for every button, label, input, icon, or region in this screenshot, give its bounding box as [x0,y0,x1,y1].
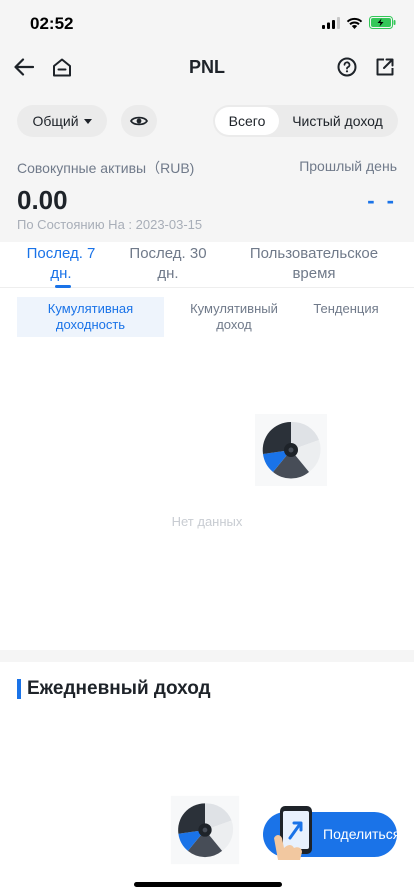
share-label: Поделиться [323,826,401,842]
range-tabs: Послед. 7 дн. Послед. 30 дн. Пользовател… [0,244,414,288]
tab-label-line1: Тенденция [313,301,379,316]
daily-income-title: Ежедневный доход [27,678,211,699]
home-indicator [134,882,282,887]
battery-icon [369,16,396,29]
tab-label-line1: Кумулятивная [47,301,134,316]
visibility-toggle[interactable] [121,105,157,137]
segment-net-income[interactable]: Чистый доход [279,107,396,135]
tab-cumulative-income[interactable]: Кумулятивный доход [176,297,292,337]
prev-day-label: Прошлый день [299,158,397,174]
section-accent-bar [17,679,21,699]
phone-hand-icon [274,806,312,860]
empty-state: Нет данных [0,410,414,529]
tab-cumulative-return[interactable]: Кумулятивная доходность [17,297,164,337]
tab-label-line2: доход [216,317,252,332]
segment-all[interactable]: Всего [215,107,279,135]
tab-label-line1: Пользовательское [249,245,379,262]
share-out-icon [376,58,394,76]
account-select-label: Общий [32,113,79,129]
status-icons [322,16,396,29]
status-bar: 02:52 [0,0,414,44]
income-type-segment: Всего Чистый доход [213,105,398,137]
tab-label-line2: время [292,265,336,282]
signal-icon [322,16,340,29]
tab-last-30-days[interactable]: Послед. 30 дн. [122,244,214,284]
share-out-button[interactable] [373,55,397,79]
tab-trend[interactable]: Тенденция [302,297,390,337]
as-of-date: По Состоянию На : 2023-03-15 [17,217,203,232]
help-icon [337,57,357,77]
tab-label-line1: Послед. 7 [26,245,96,262]
tab-label-line2: доходность [55,317,126,332]
wifi-icon [346,17,363,29]
help-button[interactable] [335,55,359,79]
empty-disc-icon [170,795,240,865]
tab-custom-time[interactable]: Пользовательское время [237,244,391,284]
nav-bar: PNL [0,44,414,90]
prev-day-value: - - [367,188,397,213]
assets-value: 0.00 [17,185,68,215]
tab-label-line2: дн. [157,265,179,282]
empty-disc-icon [254,414,327,486]
account-select[interactable]: Общий [17,105,107,137]
section-divider [0,650,414,662]
tab-label-line1: Послед. 30 [129,245,207,262]
empty-text: Нет данных [171,514,243,529]
caret-down-icon [83,118,92,124]
assets-label: Совокупные активы（RUB) [17,160,195,176]
tab-label-line1: Кумулятивный [190,301,278,316]
summary-panel: Общий Всего Чистый доход Совокупные акти… [0,90,414,242]
eye-icon [130,116,148,126]
tab-label-line2: дн. [50,265,72,282]
status-time: 02:52 [30,14,74,33]
metric-tabs: Кумулятивная доходность Кумулятивный дох… [0,297,414,339]
active-tab-underline [55,285,71,288]
daily-income-header: Ежедневный доход [17,678,211,700]
tab-last-7-days[interactable]: Послед. 7 дн. [18,244,104,284]
